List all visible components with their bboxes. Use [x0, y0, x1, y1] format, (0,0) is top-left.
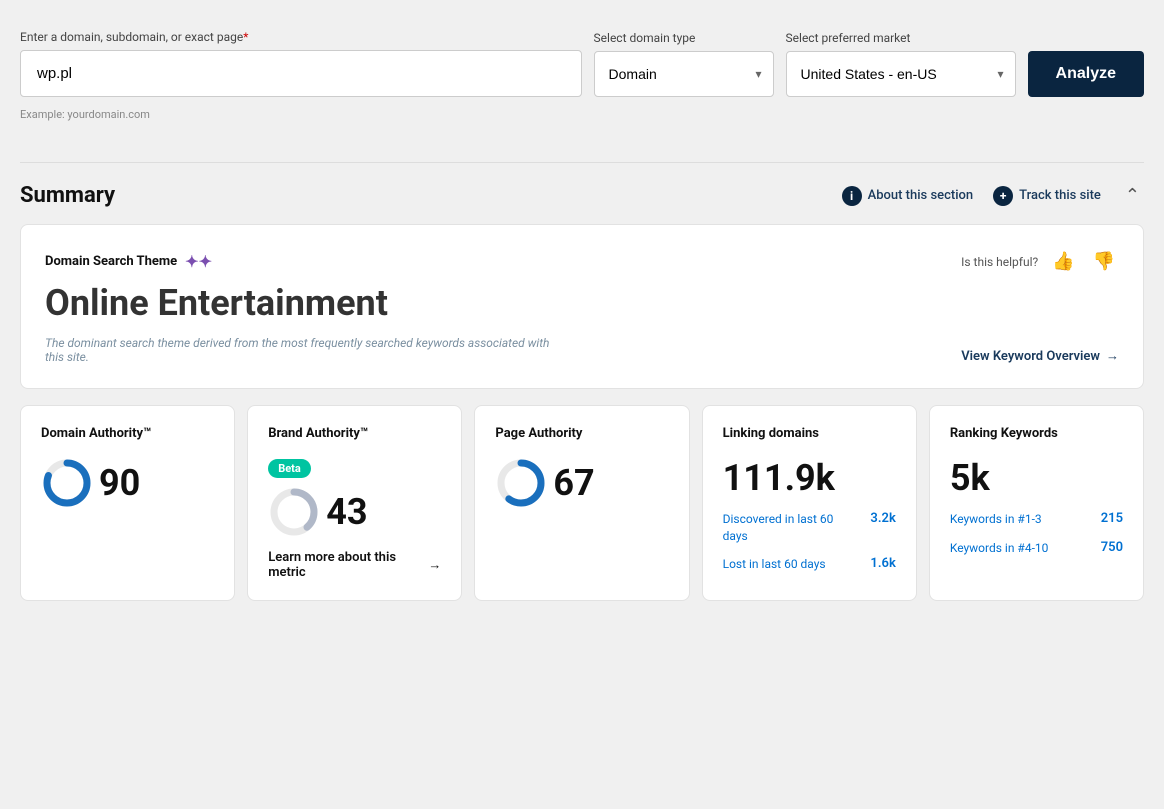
sparkle-icon: ✦✦: [185, 252, 212, 271]
discovered-label: Discovered in last 60 days: [723, 511, 843, 545]
about-section-link[interactable]: i About this section: [842, 186, 974, 206]
page-authority-card: Page Authority 67: [474, 405, 689, 601]
track-site-link[interactable]: + Track this site: [993, 186, 1101, 206]
info-icon: i: [842, 186, 862, 206]
linking-domains-title: Linking domains: [723, 426, 896, 443]
page-authority-title: Page Authority: [495, 426, 668, 443]
domain-label: Enter a domain, subdomain, or exact page…: [20, 30, 582, 44]
metrics-row: Domain Authority™ 90 Brand Authority™ Be…: [20, 405, 1144, 601]
kw1-label: Keywords in #1-3: [950, 511, 1042, 528]
domain-type-select[interactable]: Domain Subdomain Exact Page: [594, 51, 774, 97]
market-field-group: Select preferred market United States - …: [786, 31, 1016, 97]
plus-icon: +: [993, 186, 1013, 206]
domain-field-group: Enter a domain, subdomain, or exact page…: [20, 30, 582, 97]
arrow-right-icon: →: [1106, 348, 1119, 364]
lost-label: Lost in last 60 days: [723, 556, 826, 573]
lost-value: 1.6k: [870, 556, 895, 571]
ranking-keywords-title: Ranking Keywords: [950, 426, 1123, 443]
learn-more-link[interactable]: Learn more about this metric →: [268, 550, 441, 580]
helpful-area: Is this helpful? 👍 👎: [961, 249, 1119, 274]
kw2-label: Keywords in #4-10: [950, 540, 1049, 557]
discovered-metric: Discovered in last 60 days 3.2k: [723, 511, 896, 545]
search-row: Enter a domain, subdomain, or exact page…: [20, 30, 1144, 97]
collapse-button[interactable]: ⌃: [1121, 185, 1144, 206]
kw1-metric: Keywords in #1-3 215: [950, 511, 1123, 528]
summary-actions: i About this section + Track this site ⌃: [842, 185, 1144, 206]
domain-theme-footer: The dominant search theme derived from t…: [45, 336, 1119, 364]
domain-theme-card: Domain Search Theme ✦✦ Is this helpful? …: [20, 224, 1144, 389]
ranking-keywords-value: 5k: [950, 457, 1123, 499]
domain-type-select-wrap: Domain Subdomain Exact Page ▾: [594, 51, 774, 97]
kw1-value: 215: [1101, 511, 1123, 526]
domain-input[interactable]: [20, 50, 582, 97]
domain-theme-title: Online Entertainment: [45, 282, 1119, 324]
kw2-metric: Keywords in #4-10 750: [950, 540, 1123, 557]
brand-authority-donut: [268, 486, 320, 538]
page-authority-value: 67: [553, 462, 594, 504]
domain-theme-description: The dominant search theme derived from t…: [45, 336, 565, 364]
beta-badge: Beta: [268, 459, 311, 478]
kw2-value: 750: [1101, 540, 1123, 555]
summary-header: Summary i About this section + Track thi…: [20, 183, 1144, 208]
summary-title: Summary: [20, 183, 115, 208]
domain-authority-value-row: 90: [41, 457, 214, 509]
market-label: Select preferred market: [786, 31, 1016, 45]
about-section-label: About this section: [868, 188, 974, 203]
market-select-wrap: United States - en-US United Kingdom - e…: [786, 51, 1016, 97]
linking-domains-value: 111.9k: [723, 457, 896, 499]
search-section: Enter a domain, subdomain, or exact page…: [20, 20, 1144, 142]
domain-authority-title: Domain Authority™: [41, 426, 214, 443]
track-site-label: Track this site: [1019, 188, 1101, 203]
domain-authority-donut: [41, 457, 93, 509]
page-authority-value-row: 67: [495, 457, 668, 509]
brand-authority-card: Brand Authority™ Beta 43 Learn more abou…: [247, 405, 462, 601]
thumbs-up-button[interactable]: 👍: [1048, 249, 1078, 274]
domain-theme-header: Domain Search Theme ✦✦ Is this helpful? …: [45, 249, 1119, 274]
section-divider: [20, 162, 1144, 163]
discovered-value: 3.2k: [870, 511, 895, 526]
view-keyword-overview-link[interactable]: View Keyword Overview →: [961, 348, 1119, 364]
market-select[interactable]: United States - en-US United Kingdom - e…: [786, 51, 1016, 97]
domain-authority-value: 90: [99, 462, 140, 504]
page-authority-donut: [495, 457, 547, 509]
ranking-keywords-card: Ranking Keywords 5k Keywords in #1-3 215…: [929, 405, 1144, 601]
domain-type-field-group: Select domain type Domain Subdomain Exac…: [594, 31, 774, 97]
domain-type-label: Select domain type: [594, 31, 774, 45]
learn-more-arrow-icon: →: [428, 557, 441, 573]
domain-search-label: Domain Search Theme ✦✦: [45, 252, 212, 271]
brand-authority-value-row: 43: [268, 486, 441, 538]
brand-authority-title: Brand Authority™: [268, 426, 441, 443]
domain-example-text: Example: yourdomain.com: [20, 103, 1144, 122]
brand-authority-value: 43: [326, 491, 367, 533]
analyze-button[interactable]: Analyze: [1028, 51, 1144, 97]
domain-authority-card: Domain Authority™ 90: [20, 405, 235, 601]
thumbs-down-button[interactable]: 👎: [1089, 249, 1119, 274]
linking-domains-card: Linking domains 111.9k Discovered in las…: [702, 405, 917, 601]
lost-metric: Lost in last 60 days 1.6k: [723, 556, 896, 573]
helpful-label: Is this helpful?: [961, 255, 1038, 269]
